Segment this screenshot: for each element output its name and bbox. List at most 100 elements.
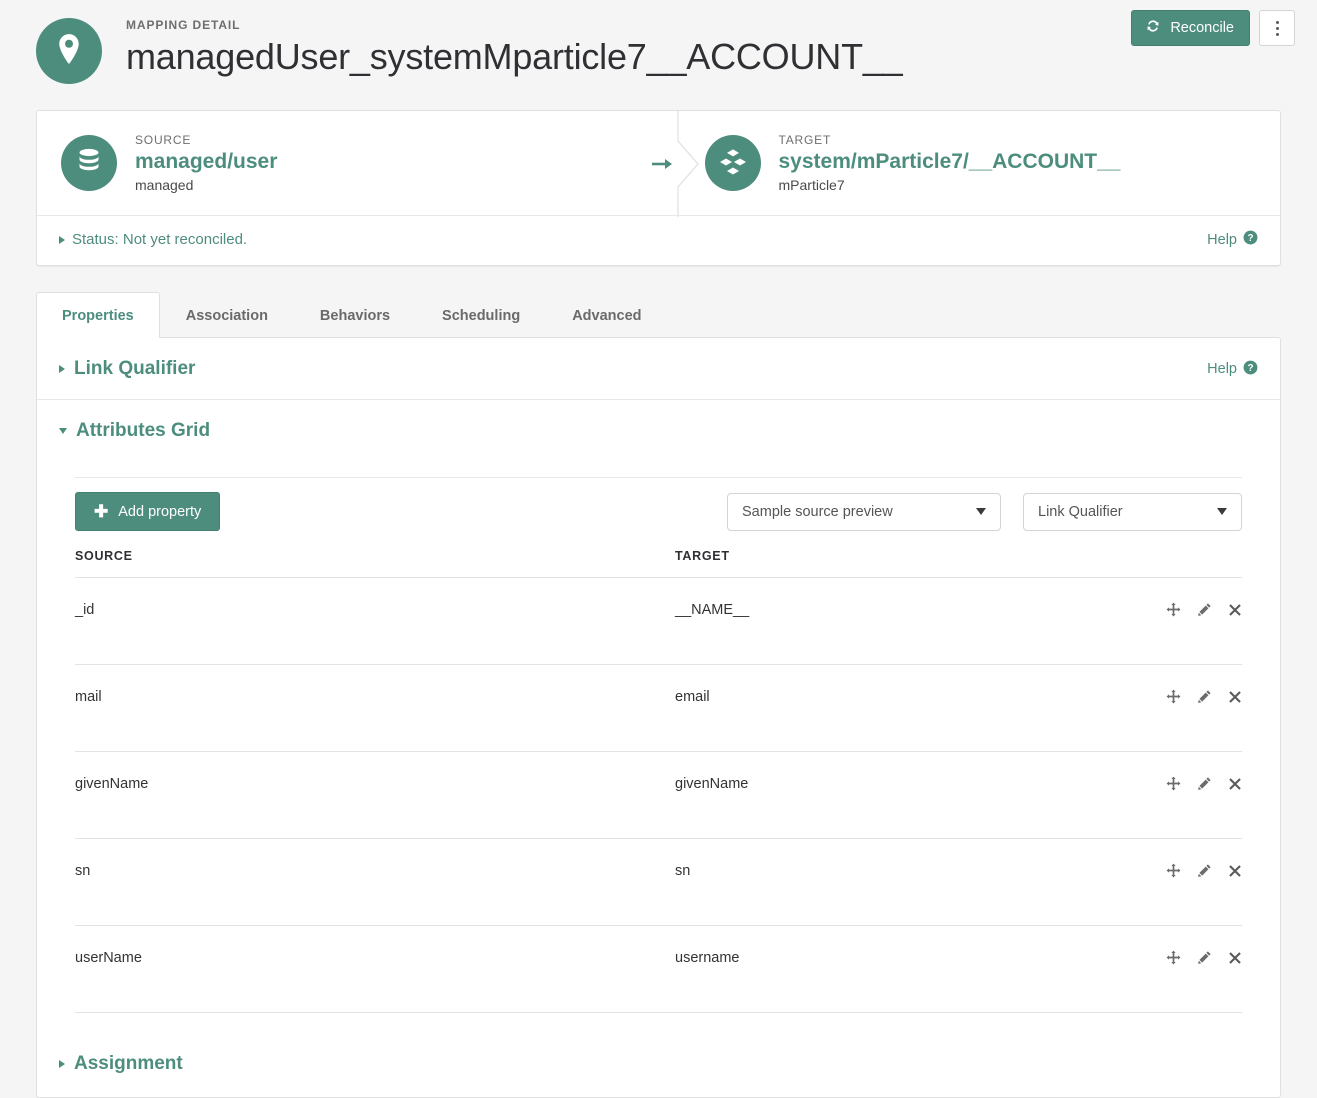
attributes-grid-body: ✚ Add property Sample source preview Lin… — [37, 461, 1280, 1033]
sync-refresh-icon — [1145, 18, 1161, 38]
link-qualifier-help-link[interactable]: Help ? — [1207, 360, 1258, 379]
table-header-row: SOURCE TARGET — [75, 549, 1242, 579]
cell-row-actions — [1132, 664, 1242, 753]
move-icon[interactable] — [1166, 776, 1181, 791]
cell-source: givenName — [75, 751, 675, 840]
location-pin-icon — [55, 33, 83, 70]
assignment-section-header: Assignment — [37, 1033, 1280, 1097]
cell-target: givenName — [675, 751, 1132, 840]
reconcile-button[interactable]: Reconcile — [1131, 10, 1250, 46]
properties-panel: Link Qualifier Help ? Attributes Grid ✚ … — [36, 337, 1281, 1098]
status-help-link[interactable]: Help ? — [1207, 230, 1258, 249]
target-subtitle: mParticle7 — [778, 177, 845, 194]
cell-target: sn — [675, 838, 1132, 927]
link-qualifier-toggle[interactable]: Link Qualifier — [59, 358, 195, 380]
delete-x-icon[interactable] — [1228, 777, 1242, 791]
more-options-button[interactable] — [1259, 10, 1295, 46]
cubes-icon — [718, 147, 748, 180]
tab-association-label: Association — [185, 308, 268, 325]
triangle-right-icon — [59, 365, 65, 374]
page-header: MAPPING DETAIL managedUser_systemMpartic… — [0, 0, 1317, 110]
edit-pencil-icon[interactable] — [1197, 689, 1212, 704]
assignment-toggle[interactable]: Assignment — [59, 1053, 1258, 1075]
move-icon[interactable] — [1166, 689, 1181, 704]
column-header-target: TARGET — [675, 549, 1132, 579]
column-header-source: SOURCE — [75, 549, 675, 579]
table-row: givenName givenName — [75, 751, 1242, 840]
move-icon[interactable] — [1166, 863, 1181, 878]
sample-source-preview-select[interactable]: Sample source preview — [727, 492, 1001, 531]
move-icon[interactable] — [1166, 602, 1181, 617]
move-icon[interactable] — [1166, 950, 1181, 965]
page-eyebrow: MAPPING DETAIL — [126, 18, 241, 32]
triangle-down-icon — [59, 428, 67, 435]
attributes-table: SOURCE TARGET _id __NAME__ mail email givenN… — [75, 549, 1242, 1014]
edit-pencil-icon[interactable] — [1197, 776, 1212, 791]
cell-target: username — [675, 925, 1132, 1014]
link-qualifier-select-value: Link Qualifier — [1038, 503, 1123, 520]
cell-row-actions — [1132, 838, 1242, 927]
delete-x-icon[interactable] — [1228, 864, 1242, 878]
attributes-grid-title: Attributes Grid — [76, 420, 211, 442]
svg-text:?: ? — [1247, 363, 1253, 374]
source-label: SOURCE — [135, 133, 192, 147]
target-icon-circle — [704, 135, 761, 192]
avatar — [36, 18, 102, 84]
source-icon-circle — [61, 135, 117, 192]
delete-x-icon[interactable] — [1228, 603, 1242, 617]
add-property-label: Add property — [118, 503, 202, 520]
cell-source: sn — [75, 838, 675, 927]
cell-row-actions — [1132, 751, 1242, 840]
table-row: _id __NAME__ — [75, 577, 1242, 666]
chevron-down-icon — [976, 508, 986, 516]
status-bar: Status: Not yet reconciled. Help ? — [37, 215, 1280, 265]
question-circle-icon: ? — [1243, 360, 1258, 379]
target-name[interactable]: system/mParticle7/__ACCOUNT__ — [779, 149, 1121, 174]
tab-scheduling-label: Scheduling — [442, 308, 521, 325]
tab-properties[interactable]: Properties — [36, 292, 160, 340]
delete-x-icon[interactable] — [1228, 951, 1242, 965]
cell-source: _id — [75, 577, 675, 666]
tab-advanced-label: Advanced — [572, 308, 642, 325]
link-qualifier-select[interactable]: Link Qualifier — [1023, 492, 1242, 531]
question-circle-icon: ? — [1243, 230, 1258, 249]
endpoint-card: SOURCE managed/user managed TARGET syste… — [36, 110, 1281, 267]
tab-association[interactable]: Association — [160, 292, 294, 338]
tab-scheduling[interactable]: Scheduling — [416, 292, 546, 338]
status-toggle[interactable]: Status: Not yet reconciled. — [59, 231, 247, 248]
source-subtitle: managed — [135, 177, 194, 194]
target-endpoint: TARGET system/mParticle7/__ACCOUNT__ mPa… — [659, 111, 1281, 215]
attributes-grid-toggle[interactable]: Attributes Grid — [59, 420, 210, 442]
edit-pencil-icon[interactable] — [1197, 950, 1212, 965]
link-qualifier-section-header: Link Qualifier Help ? — [37, 338, 1280, 399]
vertical-dots-icon — [1275, 20, 1279, 36]
cell-row-actions — [1132, 925, 1242, 1014]
source-name[interactable]: managed/user — [135, 149, 277, 174]
tabs-bar: Properties Association Behaviors Schedul… — [36, 292, 1281, 340]
database-icon — [76, 147, 102, 180]
link-qualifier-title: Link Qualifier — [74, 358, 196, 380]
grid-toolbar: ✚ Add property Sample source preview Lin… — [75, 478, 1242, 549]
edit-pencil-icon[interactable] — [1197, 602, 1212, 617]
cell-source: mail — [75, 664, 675, 753]
assignment-title: Assignment — [74, 1053, 183, 1075]
reconcile-button-label: Reconcile — [1170, 19, 1234, 36]
status-help-label: Help — [1207, 231, 1237, 248]
link-qualifier-help-label: Help — [1207, 361, 1237, 378]
edit-pencil-icon[interactable] — [1197, 863, 1212, 878]
table-row: mail email — [75, 664, 1242, 753]
source-endpoint: SOURCE managed/user managed — [37, 111, 659, 215]
table-row: userName username — [75, 925, 1242, 1014]
svg-text:?: ? — [1247, 233, 1253, 244]
tab-advanced[interactable]: Advanced — [546, 292, 667, 338]
attributes-grid-section-header: Attributes Grid — [37, 400, 1280, 461]
add-property-button[interactable]: ✚ Add property — [75, 492, 221, 532]
delete-x-icon[interactable] — [1228, 690, 1242, 704]
cell-target: email — [675, 664, 1132, 753]
tab-behaviors-label: Behaviors — [319, 308, 391, 325]
page-title: managedUser_systemMparticle7__ACCOUNT__ — [126, 36, 903, 77]
table-row: sn sn — [75, 838, 1242, 927]
triangle-right-icon — [59, 235, 65, 244]
plus-icon: ✚ — [94, 502, 109, 522]
tab-behaviors[interactable]: Behaviors — [294, 292, 416, 338]
